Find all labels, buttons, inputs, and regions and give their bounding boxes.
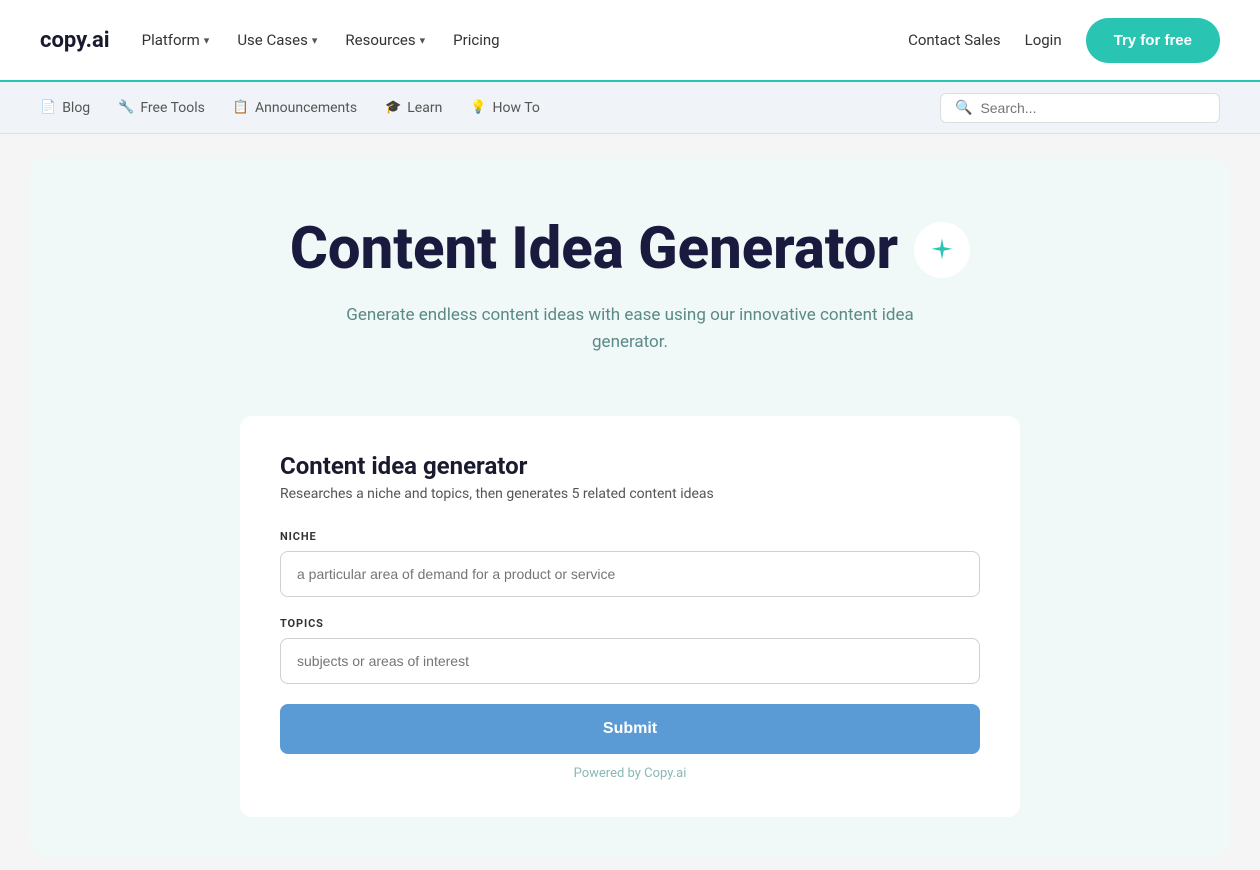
main-content: Content Idea Generator Generate endless … xyxy=(30,158,1230,857)
sparkle-badge xyxy=(914,222,970,278)
blog-icon: 📄 xyxy=(40,100,56,115)
contact-sales-link[interactable]: Contact Sales xyxy=(908,31,1001,49)
tool-description: Researches a niche and topics, then gene… xyxy=(280,486,980,502)
nav-pricing[interactable]: Pricing xyxy=(453,31,499,49)
topics-label: TOPICS xyxy=(280,617,980,630)
nav-use-cases[interactable]: Use Cases ▾ xyxy=(237,31,317,49)
howto-icon: 💡 xyxy=(470,100,486,115)
sparkle-icon xyxy=(928,236,956,264)
sub-nav-learn[interactable]: 🎓 Learn xyxy=(385,100,442,116)
topics-input[interactable] xyxy=(280,638,980,684)
sub-nav-blog[interactable]: 📄 Blog xyxy=(40,100,90,116)
submit-button[interactable]: Submit xyxy=(280,704,980,754)
learn-icon: 🎓 xyxy=(385,100,401,115)
hero-subtitle: Generate endless content ideas with ease… xyxy=(310,302,950,356)
niche-input[interactable] xyxy=(280,551,980,597)
sub-nav: 📄 Blog 🔧 Free Tools 📋 Announcements 🎓 Le… xyxy=(0,82,1260,134)
announcements-icon: 📋 xyxy=(233,100,249,115)
search-box[interactable]: 🔍 xyxy=(940,93,1220,123)
niche-field: NICHE xyxy=(280,530,980,617)
nav-links: Platform ▾ Use Cases ▾ Resources ▾ Prici… xyxy=(142,31,500,49)
search-input[interactable] xyxy=(980,100,1205,116)
sub-nav-announcements[interactable]: 📋 Announcements xyxy=(233,100,357,116)
search-icon: 🔍 xyxy=(955,100,972,116)
hero-section: Content Idea Generator Generate endless … xyxy=(70,218,1190,416)
chevron-down-icon: ▾ xyxy=(312,34,318,47)
niche-label: NICHE xyxy=(280,530,980,543)
chevron-down-icon: ▾ xyxy=(420,34,426,47)
logo[interactable]: copy.ai xyxy=(40,28,110,53)
hero-title: Content Idea Generator xyxy=(290,218,970,282)
tools-icon: 🔧 xyxy=(118,100,134,115)
topics-field: TOPICS xyxy=(280,617,980,704)
tool-card: Content idea generator Researches a nich… xyxy=(240,416,1020,817)
tool-title: Content idea generator xyxy=(280,452,980,480)
powered-by-text: Powered by Copy.ai xyxy=(280,766,980,781)
top-nav: copy.ai Platform ▾ Use Cases ▾ Resources… xyxy=(0,0,1260,82)
login-link[interactable]: Login xyxy=(1025,31,1062,49)
sub-nav-free-tools[interactable]: 🔧 Free Tools xyxy=(118,100,205,116)
nav-resources[interactable]: Resources ▾ xyxy=(345,31,425,49)
sub-nav-how-to[interactable]: 💡 How To xyxy=(470,100,540,116)
nav-platform[interactable]: Platform ▾ xyxy=(142,31,210,49)
try-for-free-button[interactable]: Try for free xyxy=(1086,18,1220,63)
nav-right: Contact Sales Login Try for free xyxy=(908,18,1220,63)
chevron-down-icon: ▾ xyxy=(204,34,210,47)
nav-left: copy.ai Platform ▾ Use Cases ▾ Resources… xyxy=(40,28,500,53)
sub-nav-links: 📄 Blog 🔧 Free Tools 📋 Announcements 🎓 Le… xyxy=(40,100,540,116)
